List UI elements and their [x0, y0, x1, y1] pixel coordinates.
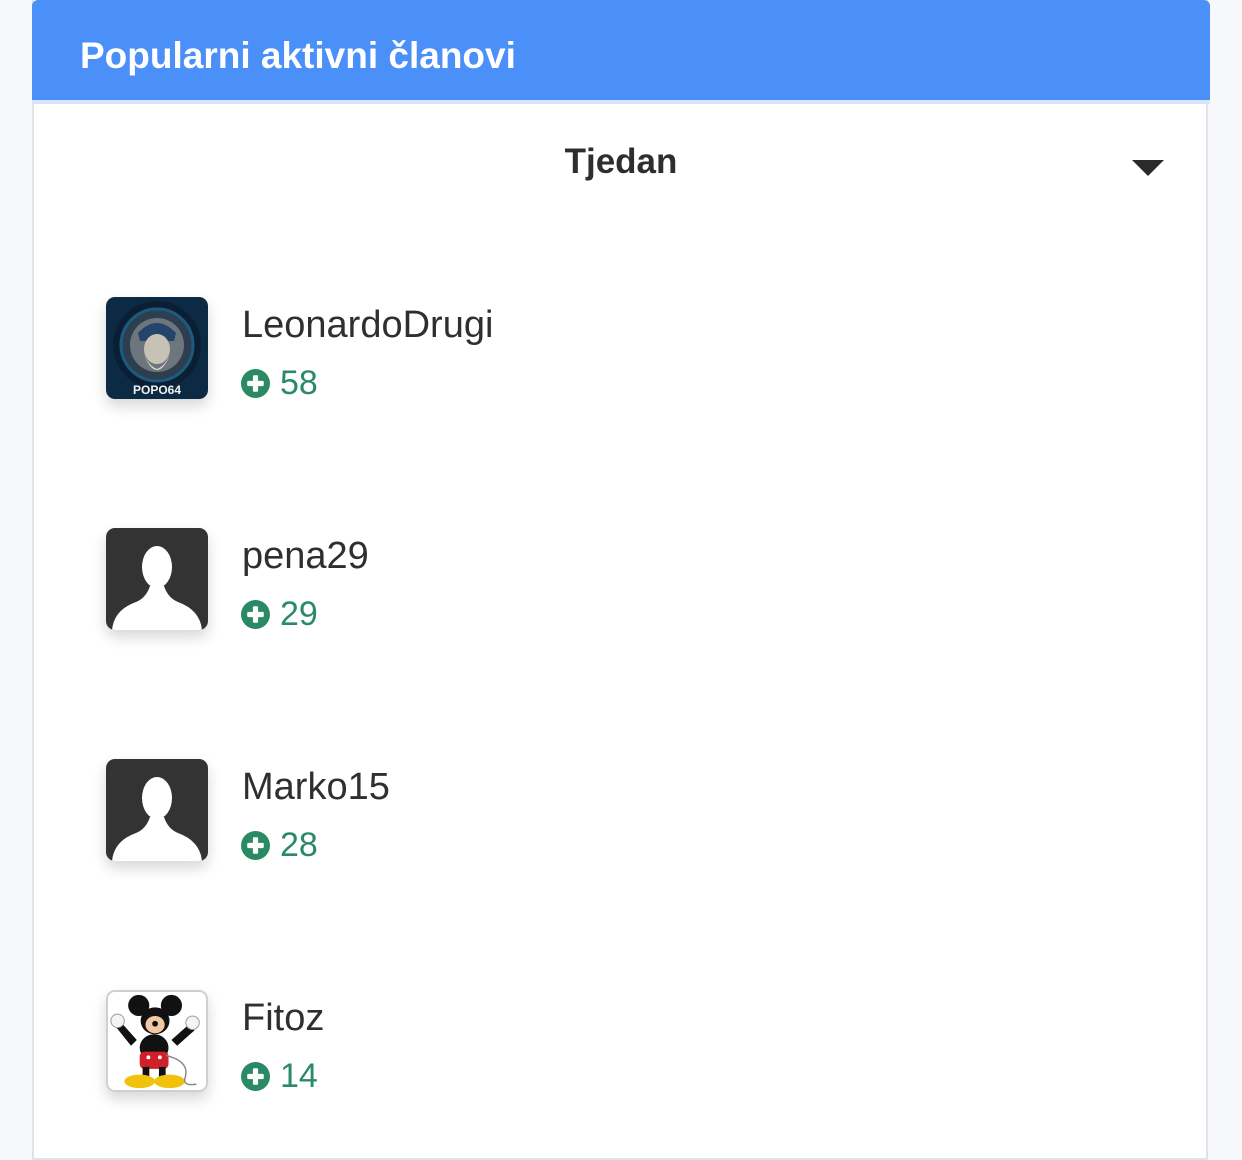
avatar[interactable]: POPO64 — [106, 297, 208, 399]
plus-circle-icon — [241, 368, 270, 398]
plus-circle-icon — [241, 599, 270, 629]
reputation-count: 28 — [280, 826, 318, 864]
widget-header: Popularni aktivni članovi — [32, 0, 1210, 104]
member-name[interactable]: pena29 — [242, 534, 369, 578]
list-item: POPO64 LeonardoDrugi 58 — [104, 297, 1004, 403]
member-name[interactable]: LeonardoDrugi — [242, 303, 493, 347]
default-avatar-silhouette — [106, 528, 208, 630]
plus-circle-icon — [241, 1061, 270, 1091]
mickey-mouse-image — [108, 992, 206, 1090]
reputation-count: 29 — [280, 595, 318, 633]
reputation-count: 58 — [280, 364, 318, 402]
reputation-count: 14 — [280, 1057, 318, 1095]
list-item: pena29 29 — [104, 528, 1004, 634]
reputation: 14 — [241, 1056, 318, 1096]
plus-circle-icon — [241, 830, 270, 860]
list-item: Marko15 28 — [104, 759, 1004, 865]
leonardo-portrait-image: POPO64 — [106, 297, 208, 399]
list-item: Fitoz 14 — [104, 990, 1004, 1096]
reputation: 28 — [241, 825, 318, 865]
member-name[interactable]: Marko15 — [242, 765, 390, 809]
period-selected-label: Tjedan — [564, 142, 678, 181]
popular-members-widget: Popularni aktivni članovi Tjedan POPO64 … — [32, 0, 1210, 1160]
avatar[interactable] — [106, 759, 208, 861]
caret-down-icon — [1132, 160, 1164, 176]
reputation: 29 — [241, 594, 318, 634]
reputation: 58 — [241, 363, 318, 403]
avatar[interactable] — [106, 528, 208, 630]
member-name[interactable]: Fitoz — [242, 996, 324, 1040]
period-dropdown[interactable]: Tjedan — [34, 106, 1208, 216]
svg-text:POPO64: POPO64 — [133, 383, 181, 397]
default-avatar-silhouette — [106, 759, 208, 861]
avatar[interactable] — [106, 990, 208, 1092]
widget-title: Popularni aktivni članovi — [80, 35, 516, 76]
